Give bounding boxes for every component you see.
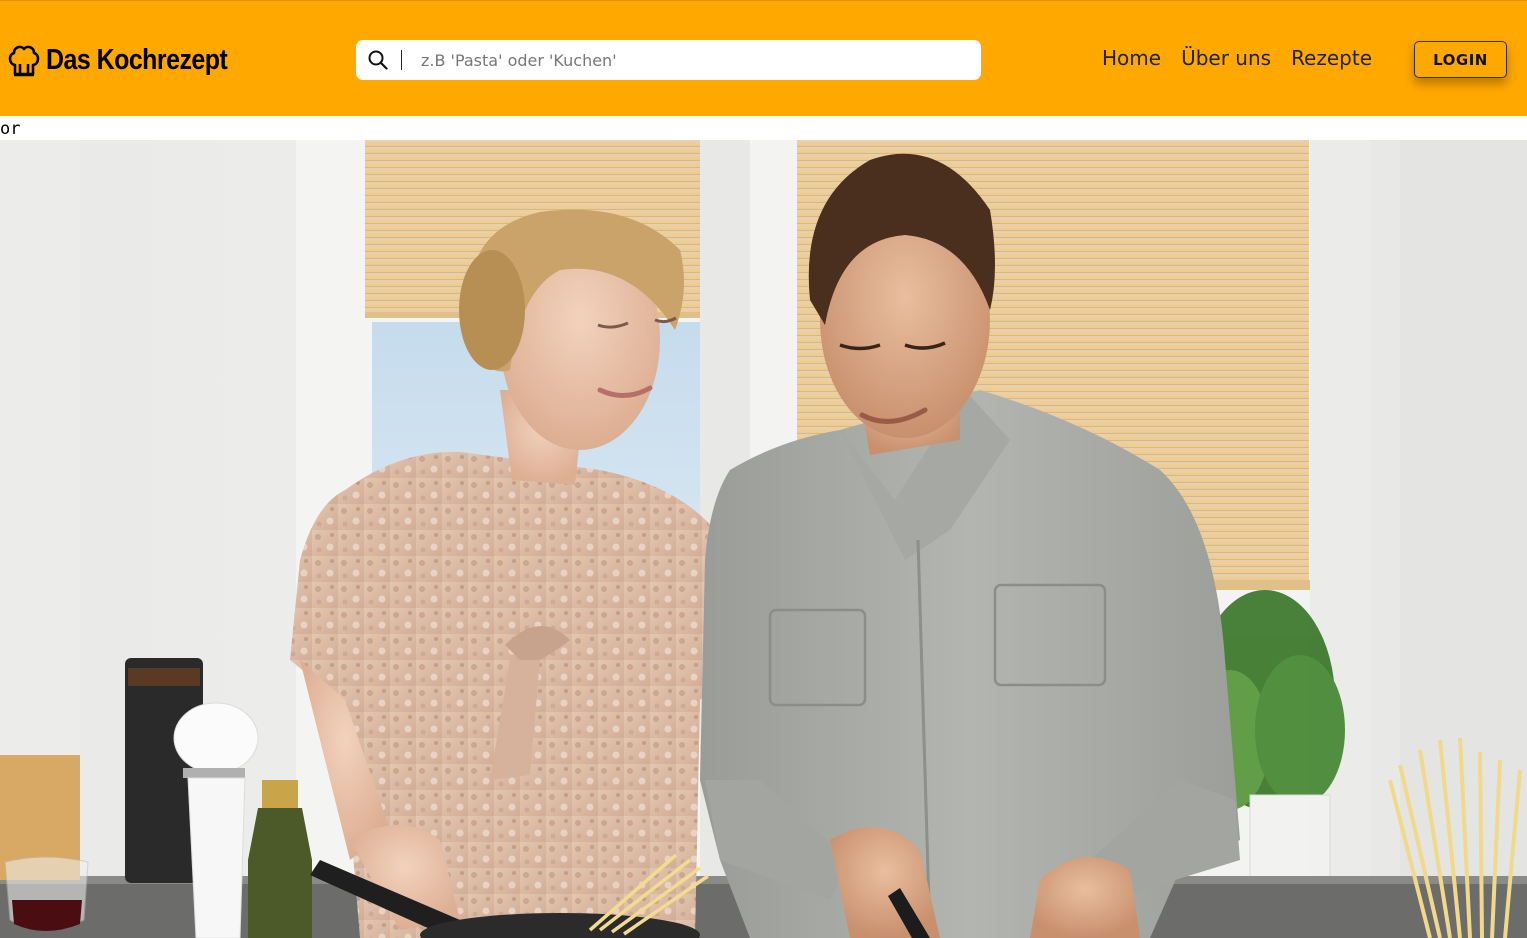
chef-hat-icon xyxy=(8,45,40,77)
nav-links: Home Über uns Rezepte xyxy=(1102,46,1372,70)
search-divider xyxy=(401,50,402,70)
hero-illustration xyxy=(0,140,1527,938)
login-button[interactable]: LOGIN xyxy=(1414,41,1507,78)
nav-item-rezepte[interactable]: Rezepte xyxy=(1291,46,1372,70)
navbar: Das Kochrezept Home Über uns Rezepte LOG… xyxy=(0,0,1527,116)
stray-text: or xyxy=(0,119,21,139)
brand-name: Das Kochrezept xyxy=(46,43,228,76)
hero-image xyxy=(0,140,1527,938)
nav-item-ueber-uns[interactable]: Über uns xyxy=(1181,46,1271,70)
search-bar[interactable] xyxy=(356,40,981,80)
search-icon[interactable] xyxy=(367,49,389,71)
nav-item-home[interactable]: Home xyxy=(1102,46,1161,70)
brand-logo-link[interactable]: Das Kochrezept xyxy=(8,41,257,79)
search-input[interactable] xyxy=(421,50,961,70)
